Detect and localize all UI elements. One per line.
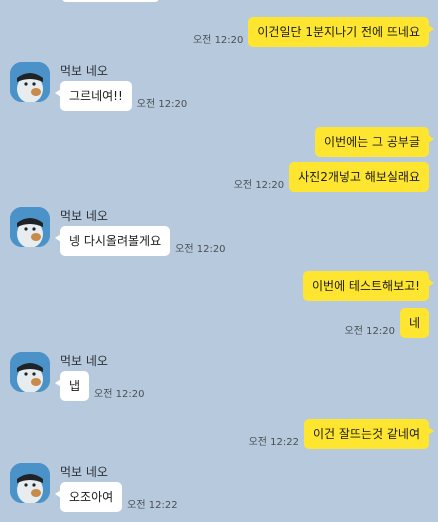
message-row-outgoing: 오전 12:20 사진2개넣고 해보실래요 bbox=[229, 162, 429, 192]
sender-name: 먹보 네오 bbox=[60, 209, 108, 223]
message-row-outgoing: 오전 12:20 네 bbox=[340, 308, 429, 338]
message-bubble[interactable]: 이번에는 그 공부글 bbox=[315, 127, 434, 157]
sender-name: 먹보 네오 bbox=[60, 64, 108, 78]
profile-avatar[interactable] bbox=[10, 352, 50, 392]
message-row-outgoing: 이번에는 그 공부글 bbox=[305, 127, 434, 157]
message-bubble[interactable]: 사진2개넣고 해보실래요 bbox=[289, 162, 429, 192]
message-bubble[interactable]: 이번에 테스트해보고! bbox=[303, 271, 434, 301]
message-bubble[interactable]: 네 bbox=[399, 308, 429, 338]
profile-avatar[interactable] bbox=[10, 463, 50, 503]
message-row-outgoing: 오전 12:22 이건 잘뜨는것 같네여 bbox=[244, 419, 434, 449]
message-row-incoming: 먹보 네오 냅 오전 12:20 bbox=[10, 352, 410, 412]
message-bubble[interactable]: 이건 잘뜨는것 같네여 bbox=[304, 419, 434, 449]
partial-message-bubble bbox=[62, 0, 159, 2]
sender-name: 먹보 네오 bbox=[60, 465, 108, 479]
message-bubble[interactable]: 냅 bbox=[54, 371, 90, 401]
message-bubble[interactable]: 이건일단 1분지나기 전에 뜨네요 bbox=[248, 17, 434, 47]
profile-avatar[interactable] bbox=[10, 207, 50, 247]
avatar-neo-icon bbox=[10, 352, 50, 392]
message-time: 오전 12:20 bbox=[136, 99, 188, 110]
avatar-neo-icon bbox=[10, 207, 50, 247]
message-time: 오전 12:20 bbox=[192, 35, 244, 46]
message-time: 오전 12:22 bbox=[127, 500, 178, 511]
profile-avatar[interactable] bbox=[10, 62, 50, 102]
sender-name: 먹보 네오 bbox=[60, 354, 108, 368]
message-time: 오전 12:20 bbox=[233, 180, 285, 191]
message-row-incoming: 먹보 네오 그르네여!! 오전 12:20 bbox=[10, 62, 410, 122]
message-time: 오전 12:20 bbox=[94, 389, 145, 400]
message-row-outgoing: 이번에 테스트해보고! bbox=[293, 271, 434, 301]
message-bubble[interactable]: 그르네여!! bbox=[55, 81, 132, 111]
message-time: 오전 12:20 bbox=[175, 244, 226, 255]
message-time: 오전 12:20 bbox=[344, 326, 395, 337]
message-row-incoming: 먹보 네오 넹 다시올려볼게요 오전 12:20 bbox=[10, 207, 410, 267]
message-bubble[interactable]: 오조아여 bbox=[54, 482, 123, 512]
message-row-outgoing: 오전 12:20 이건일단 1분지나기 전에 뜨네요 bbox=[188, 17, 434, 47]
avatar-neo-icon bbox=[10, 62, 50, 102]
message-time: 오전 12:22 bbox=[248, 437, 299, 448]
message-bubble[interactable]: 넹 다시올려볼게요 bbox=[54, 226, 171, 256]
chat-window[interactable]: 오전 12:20 이건일단 1분지나기 전에 뜨네요 먹보 네오 그르네여!! … bbox=[0, 0, 438, 522]
avatar-neo-icon bbox=[10, 463, 50, 503]
message-row-incoming: 먹보 네오 오조아여 오전 12:22 bbox=[10, 463, 410, 522]
